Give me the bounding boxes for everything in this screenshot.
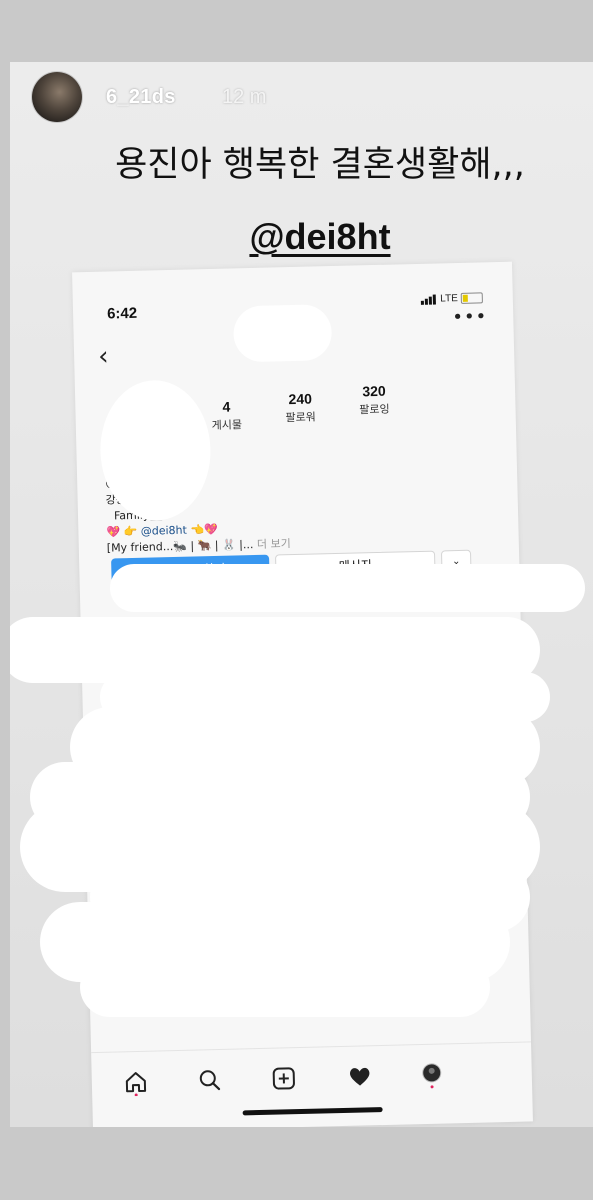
stat-followers-label: 팔로워 <box>285 410 317 425</box>
story-timestamp: 12 m <box>222 86 267 108</box>
stat-following[interactable]: 320 팔로잉 <box>339 382 410 418</box>
stat-followers-value: 240 <box>288 390 313 408</box>
story-view: 6_21ds 12 m 용진아 행복한 결혼생활해,,, @dei8ht 6:4… <box>10 62 593 1127</box>
stat-followers[interactable]: 240 팔로워 <box>265 390 336 426</box>
bio-line-3-prefix: 💖 👉 <box>106 524 141 539</box>
add-post-icon[interactable] <box>269 1064 298 1093</box>
more-options-icon[interactable]: ••• <box>452 306 487 328</box>
signal-icon <box>421 293 437 305</box>
bottom-nav <box>91 1041 533 1114</box>
story-caption: 용진아 행복한 결혼생활해,,, <box>115 145 525 185</box>
stat-following-value: 320 <box>362 382 386 400</box>
bio-mention-link[interactable]: @dei8ht <box>141 524 187 538</box>
battery-icon <box>460 292 483 304</box>
mention-text[interactable]: @dei8ht <box>249 216 390 257</box>
home-icon[interactable] <box>122 1068 151 1097</box>
story-username[interactable]: 6_21ds <box>106 86 176 109</box>
redaction-mark <box>80 957 490 1017</box>
back-arrow-icon[interactable]: ‹ <box>98 342 109 372</box>
bio-line-3-suffix: 👈💖 <box>186 522 218 537</box>
status-time: 6:42 <box>106 304 138 323</box>
story-header: 6_21ds 12 m <box>32 70 532 126</box>
heart-icon[interactable] <box>345 1062 374 1091</box>
redaction-mark <box>110 564 585 612</box>
profile-icon[interactable] <box>417 1060 446 1089</box>
bio-more-link[interactable]: 더 보기 <box>257 537 291 551</box>
network-label: LTE <box>440 293 458 305</box>
search-icon[interactable] <box>196 1066 225 1095</box>
bio-line-4-text: [My friend...🐜 | 🐂 | 🐰 |... <box>106 538 254 555</box>
avatar[interactable] <box>32 72 82 122</box>
stat-following-label: 팔로잉 <box>359 402 390 417</box>
redaction-mark <box>232 304 333 363</box>
story-mention[interactable]: @dei8ht <box>50 216 590 258</box>
status-bar: LTE <box>421 292 483 305</box>
